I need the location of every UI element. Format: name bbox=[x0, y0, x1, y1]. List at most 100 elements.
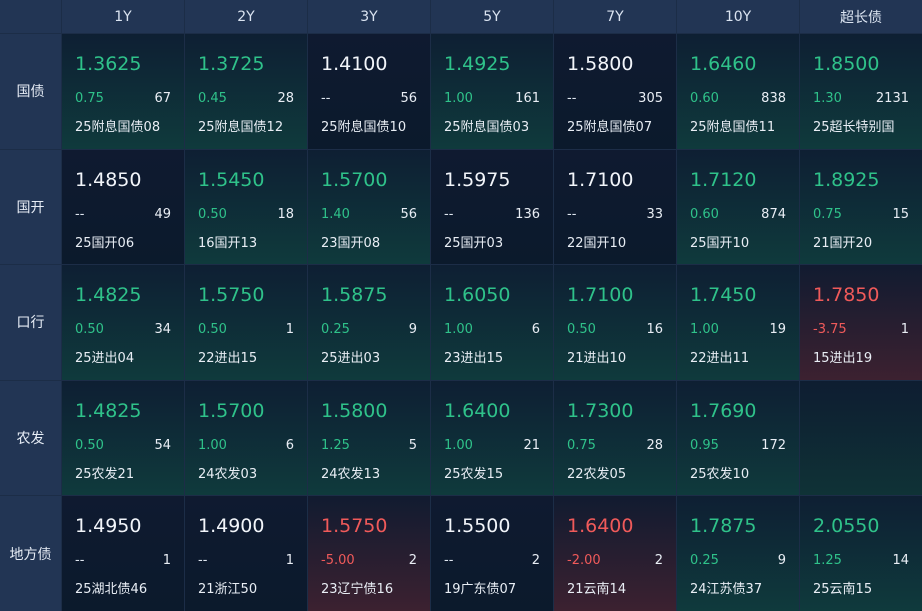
bond-name: 21云南14 bbox=[567, 582, 627, 598]
yield-change: -- bbox=[75, 206, 85, 222]
quote-cell[interactable]: 1.4825 0.50 34 25进出04 bbox=[62, 265, 184, 380]
yield-rate: 1.5700 bbox=[321, 168, 388, 191]
quote-cell[interactable]: 1.8500 1.30 2131 25超长特别国 bbox=[800, 34, 922, 149]
yield-rate: 1.5450 bbox=[198, 168, 265, 191]
quote-cell[interactable]: 1.4100 -- 56 25附息国债10 bbox=[308, 34, 430, 149]
yield-change: -2.00 bbox=[567, 553, 601, 569]
yield-rate: 1.5750 bbox=[321, 515, 388, 538]
trade-volume: 1 bbox=[285, 553, 294, 569]
quote-cell[interactable]: 1.7100 0.50 16 21进出10 bbox=[554, 265, 676, 380]
trade-volume: 161 bbox=[515, 91, 540, 106]
quote-cell[interactable]: 1.7120 0.60 874 25国开10 bbox=[677, 149, 799, 265]
quote-cell[interactable]: 1.8925 0.75 15 21国开20 bbox=[800, 149, 922, 265]
trade-volume: 172 bbox=[761, 437, 786, 453]
yield-rate: 1.3725 bbox=[198, 53, 265, 75]
quote-cell[interactable]: 1.5800 1.25 5 24农发13 bbox=[308, 380, 430, 496]
yield-rate: 1.7100 bbox=[567, 284, 634, 307]
quote-cell[interactable]: 1.6400 -2.00 2 21云南14 bbox=[554, 496, 676, 611]
trade-volume: 2 bbox=[531, 553, 540, 569]
bond-name: 21浙江50 bbox=[198, 582, 258, 598]
trade-volume: 2 bbox=[408, 553, 417, 569]
row-header[interactable]: 农发 bbox=[0, 380, 61, 496]
yield-change: 0.75 bbox=[813, 206, 842, 222]
trade-volume: 136 bbox=[515, 206, 540, 222]
quote-cell[interactable]: 1.5800 -- 305 25附息国债07 bbox=[554, 34, 676, 149]
trade-volume: 54 bbox=[154, 437, 171, 453]
quote-cell[interactable]: 1.7850 -3.75 1 15进出19 bbox=[800, 265, 922, 380]
row-header[interactable]: 国债 bbox=[0, 34, 61, 149]
quote-cell[interactable]: 1.3725 0.45 28 25附息国债12 bbox=[185, 34, 307, 149]
quote-cell[interactable]: 1.5750 0.50 1 22进出15 bbox=[185, 265, 307, 380]
yield-rate: 1.7850 bbox=[813, 284, 880, 307]
quote-cell[interactable]: 1.4825 0.50 54 25农发21 bbox=[62, 380, 184, 496]
quote-cell[interactable]: 1.4850 -- 49 25国开06 bbox=[62, 149, 184, 265]
quote-cell[interactable]: 1.5750 -5.00 2 23辽宁债16 bbox=[308, 496, 430, 611]
trade-volume: 874 bbox=[761, 206, 786, 222]
yield-rate: 1.5800 bbox=[567, 53, 634, 75]
quote-cell[interactable]: 1.5875 0.25 9 25进出03 bbox=[308, 265, 430, 380]
quote-cell[interactable]: 1.5500 -- 2 19广东债07 bbox=[431, 496, 553, 611]
row-header[interactable]: 国开 bbox=[0, 149, 61, 265]
quote-cell[interactable]: 1.7690 0.95 172 25农发10 bbox=[677, 380, 799, 496]
quote-cell[interactable]: 1.4950 -- 1 25湖北债46 bbox=[62, 496, 184, 611]
yield-change: -- bbox=[321, 91, 331, 106]
quote-cell[interactable]: 1.6460 0.60 838 25附息国债11 bbox=[677, 34, 799, 149]
quote-cell[interactable]: 1.7300 0.75 28 22农发05 bbox=[554, 380, 676, 496]
yield-rate: 1.6400 bbox=[567, 515, 634, 538]
col-header-1y[interactable]: 1Y bbox=[62, 0, 184, 33]
quote-cell[interactable]: 1.5450 0.50 18 16国开13 bbox=[185, 149, 307, 265]
quote-cell[interactable]: 1.4925 1.00 161 25附息国债03 bbox=[431, 34, 553, 149]
col-header-2y[interactable]: 2Y bbox=[185, 0, 307, 33]
yield-change: 1.00 bbox=[444, 322, 473, 338]
yield-rate: 1.7120 bbox=[690, 168, 757, 191]
yield-rate: 2.0550 bbox=[813, 515, 880, 538]
quote-cell[interactable]: 1.4900 -- 1 21浙江50 bbox=[185, 496, 307, 611]
trade-volume: 33 bbox=[646, 206, 663, 222]
row-header[interactable]: 地方债 bbox=[0, 496, 61, 611]
bond-name: 25附息国债11 bbox=[690, 120, 776, 135]
quote-cell[interactable]: 1.7450 1.00 19 22进出11 bbox=[677, 265, 799, 380]
bond-name: 25农发15 bbox=[444, 466, 504, 482]
trade-volume: 1 bbox=[900, 322, 909, 338]
quote-cell[interactable]: 1.6050 1.00 6 23进出15 bbox=[431, 265, 553, 380]
trade-volume: 9 bbox=[777, 553, 786, 569]
trade-volume: 14 bbox=[892, 553, 909, 569]
bond-name: 22进出11 bbox=[690, 351, 750, 367]
bond-name: 16国开13 bbox=[198, 235, 258, 251]
col-header-10y[interactable]: 10Y bbox=[677, 0, 799, 33]
yield-change: -- bbox=[444, 206, 454, 222]
yield-change: 1.00 bbox=[444, 91, 473, 106]
yield-change: 1.00 bbox=[198, 437, 227, 453]
bond-name: 25进出04 bbox=[75, 351, 135, 367]
bond-name: 24农发03 bbox=[198, 466, 258, 482]
quote-cell[interactable]: 1.5700 1.00 6 24农发03 bbox=[185, 380, 307, 496]
bond-name: 23辽宁债16 bbox=[321, 582, 394, 598]
yield-rate: 1.4850 bbox=[75, 168, 142, 191]
bond-name: 25湖北债46 bbox=[75, 582, 148, 598]
yield-rate: 1.6460 bbox=[690, 53, 757, 75]
quote-cell[interactable]: 1.7100 -- 33 22国开10 bbox=[554, 149, 676, 265]
bond-name: 25附息国债12 bbox=[198, 120, 284, 135]
quote-cell[interactable]: 1.7875 0.25 9 24江苏债37 bbox=[677, 496, 799, 611]
yield-rate: 1.4950 bbox=[75, 515, 142, 538]
col-header-7y[interactable]: 7Y bbox=[554, 0, 676, 33]
col-header-3y[interactable]: 3Y bbox=[308, 0, 430, 33]
quote-cell[interactable]: 1.3625 0.75 67 25附息国债08 bbox=[62, 34, 184, 149]
quote-cell[interactable]: 1.5975 -- 136 25国开03 bbox=[431, 149, 553, 265]
yield-change: 1.25 bbox=[321, 437, 350, 453]
bond-name: 25国开10 bbox=[690, 235, 750, 251]
bond-quote-grid: 1Y 2Y 3Y 5Y 7Y 10Y 超长债 国债 1.3625 0.75 67 25附… bbox=[0, 0, 922, 611]
yield-rate: 1.4100 bbox=[321, 53, 388, 75]
row-header[interactable]: 口行 bbox=[0, 265, 61, 380]
yield-rate: 1.7100 bbox=[567, 168, 634, 191]
quote-cell[interactable]: 2.0550 1.25 14 25云南15 bbox=[800, 496, 922, 611]
yield-change: 0.45 bbox=[198, 91, 227, 106]
bond-name: 25超长特别国 bbox=[813, 120, 895, 135]
trade-volume: 2 bbox=[654, 553, 663, 569]
quote-cell[interactable]: 1.6400 1.00 21 25农发15 bbox=[431, 380, 553, 496]
col-header-5y[interactable]: 5Y bbox=[431, 0, 553, 33]
yield-rate: 1.4900 bbox=[198, 515, 265, 538]
quote-cell[interactable]: 1.5700 1.40 56 23国开08 bbox=[308, 149, 430, 265]
yield-rate: 1.5750 bbox=[198, 284, 265, 307]
col-header-ultra-long[interactable]: 超长债 bbox=[800, 0, 922, 33]
